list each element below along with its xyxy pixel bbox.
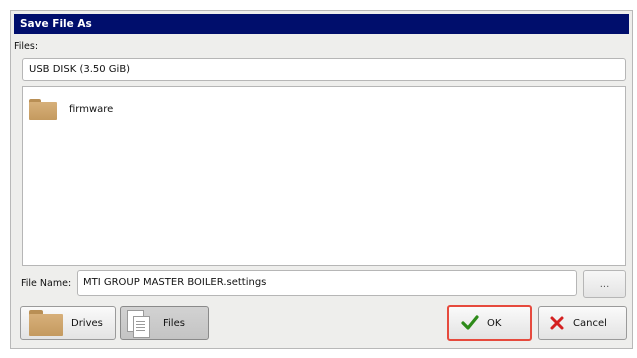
list-item-label: firmware [69,103,114,115]
dialog-title: Save File As [14,14,629,34]
file-name-input[interactable]: MTI GROUP MASTER BOILER.settings [77,270,577,296]
drive-selector[interactable]: USB DISK (3.50 GiB) [22,58,626,81]
folder-icon [29,310,63,336]
cancel-button-label: Cancel [573,317,607,329]
files-button-label: Files [163,317,185,329]
ok-button-label: OK [487,317,502,329]
list-item-firmware[interactable]: firmware [29,95,113,123]
files-button[interactable]: Files [120,306,209,340]
checkmark-icon [461,315,479,330]
file-list[interactable]: firmware [22,86,626,266]
drives-button[interactable]: Drives [20,306,116,340]
file-name-label: File Name: [21,278,72,289]
folder-icon [29,98,57,120]
close-icon [550,316,564,330]
ok-button[interactable]: OK [447,305,532,341]
cancel-button[interactable]: Cancel [538,306,627,340]
documents-icon [127,309,150,338]
browse-button[interactable]: ... [583,270,626,298]
files-label: Files: [14,41,39,52]
drives-button-label: Drives [71,317,103,329]
